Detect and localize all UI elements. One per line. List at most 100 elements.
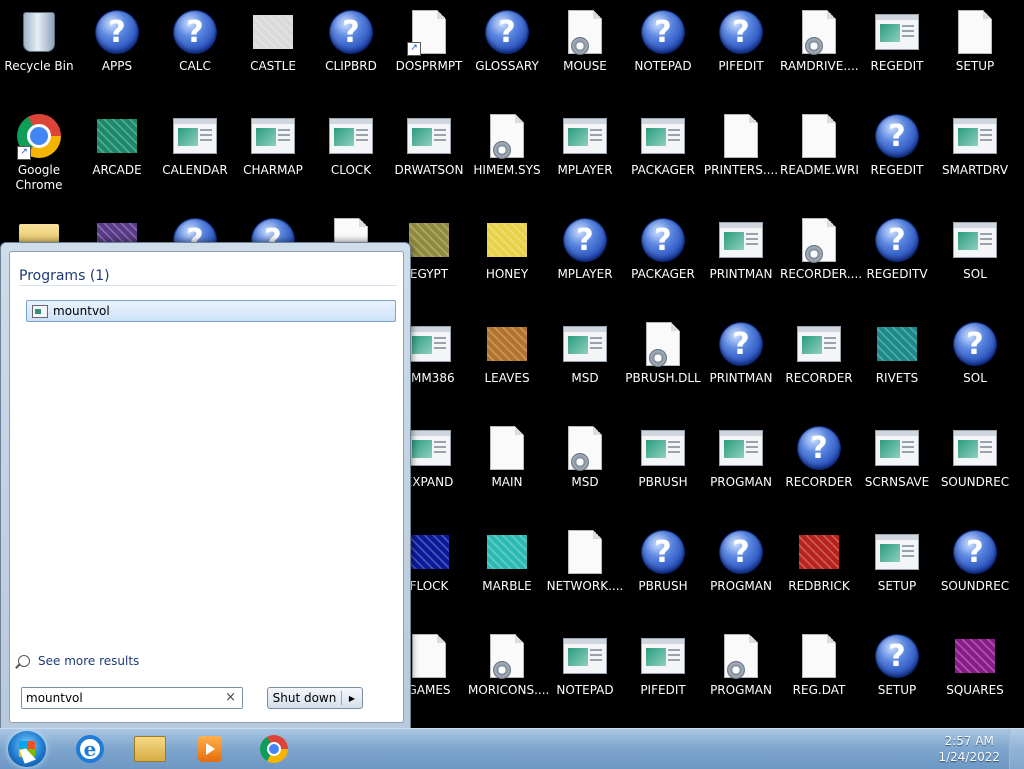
desktop-icon[interactable]: SOUNDREC	[936, 416, 1014, 516]
desktop-icon[interactable]: ? REGEDIT	[858, 104, 936, 204]
show-desktop-button[interactable]	[1009, 729, 1024, 769]
desktop-icon-label: SOL	[963, 267, 987, 281]
desktop-icon[interactable]: ? SOL	[936, 312, 1014, 412]
desktop-icon[interactable]: ? APPS	[78, 0, 156, 100]
desktop-icon[interactable]: HIMEM.SYS	[468, 104, 546, 204]
desktop-icon[interactable]: MPLAYER	[546, 104, 624, 204]
desktop-icon[interactable]: ? PACKAGER	[624, 208, 702, 308]
desktop-icon[interactable]: SOL	[936, 208, 1014, 308]
desktop-icon[interactable]: ? REGEDITV	[858, 208, 936, 308]
desktop-icon[interactable]: RAMDRIVE....	[780, 0, 859, 100]
shutdown-button[interactable]: Shut down ▶	[267, 687, 363, 709]
desktop-icon[interactable]: PRINTMAN	[702, 208, 780, 308]
desktop-icon[interactable]: ? CALC	[156, 0, 234, 100]
desktop-icon[interactable]: ? NOTEPAD	[624, 0, 702, 100]
desktop-icon-label: REGEDIT	[870, 59, 924, 73]
application-icon	[405, 320, 453, 368]
clock-date: 1/24/2022	[938, 750, 1000, 764]
desktop-icon[interactable]: ? MPLAYER	[546, 208, 624, 308]
desktop-icon[interactable]: ? SOUNDREC	[936, 520, 1014, 620]
desktop-icon[interactable]: ↗ Google Chrome	[0, 104, 78, 204]
clear-search-icon[interactable]: ×	[225, 690, 236, 705]
desktop-icon[interactable]: RIVETS	[858, 312, 936, 412]
desktop-icon[interactable]: PROGMAN	[702, 416, 780, 516]
desktop-icon[interactable]: PBRUSH.DLL	[624, 312, 702, 412]
desktop-icon-label: PRINTMAN	[709, 371, 773, 385]
desktop-icon[interactable]: ? CLIPBRD	[312, 0, 390, 100]
taskbar-chrome[interactable]	[246, 731, 302, 767]
desktop-icon-label: PBRUSH	[638, 579, 688, 593]
desktop-icon[interactable]: MARBLE	[468, 520, 546, 620]
desktop-icon[interactable]: REGEDIT	[858, 0, 936, 100]
desktop-icon[interactable]: CALENDAR	[156, 104, 234, 204]
desktop-icon[interactable]: SETUP	[936, 0, 1014, 100]
desktop-icon[interactable]: PACKAGER	[624, 104, 702, 204]
desktop-icon[interactable]: SCRNSAVE	[858, 416, 936, 516]
desktop-icon[interactable]: HONEY	[468, 208, 546, 308]
shutdown-label[interactable]: Shut down	[268, 691, 342, 705]
application-icon	[951, 216, 999, 264]
desktop-icon[interactable]: MSD	[546, 312, 624, 412]
system-file-icon	[717, 632, 765, 680]
desktop-icon[interactable]: CASTLE	[234, 0, 312, 100]
desktop-icon[interactable]: ↗ DOSPRMPT	[390, 0, 468, 100]
desktop-icon[interactable]: ? PIFEDIT	[702, 0, 780, 100]
desktop-icon-label: Recycle Bin	[4, 59, 74, 73]
document-icon	[795, 632, 843, 680]
desktop-icon-label: GLOSSARY	[475, 59, 539, 73]
desktop-icon[interactable]: RECORDER....	[780, 208, 862, 308]
desktop-icon-label: CLOCK	[330, 163, 372, 177]
desktop-icon[interactable]: ARCADE	[78, 104, 156, 204]
taskbar: e 2:57 AM 1/24/2022	[0, 728, 1024, 769]
desktop-icon-label: GAMES	[407, 683, 451, 697]
help-icon: ?	[171, 8, 219, 56]
desktop-icon[interactable]: PRINTERS....	[702, 104, 780, 204]
taskbar-media-player[interactable]	[182, 731, 238, 767]
desktop-icon[interactable]: SQUARES	[936, 624, 1014, 724]
desktop-icon-label: NETWORK....	[546, 579, 624, 593]
rivets-pattern-icon	[873, 320, 921, 368]
start-search-input[interactable]	[26, 689, 216, 707]
start-search-box[interactable]: ×	[21, 687, 243, 709]
desktop-icon[interactable]: PIFEDIT	[624, 624, 702, 724]
desktop-icon[interactable]: REDBRICK	[780, 520, 858, 620]
desktop-icon[interactable]: PBRUSH	[624, 416, 702, 516]
desktop-icon[interactable]: SETUP	[858, 520, 936, 620]
taskbar-internet-explorer[interactable]: e	[62, 731, 118, 767]
search-result-mountvol[interactable]: mountvol	[26, 300, 396, 322]
desktop-icon[interactable]: ? SETUP	[858, 624, 936, 724]
desktop-icon[interactable]: NETWORK....	[546, 520, 624, 620]
desktop-icon-label: PIFEDIT	[718, 59, 764, 73]
desktop-icon[interactable]: MSD	[546, 416, 624, 516]
desktop-icon[interactable]: NOTEPAD	[546, 624, 624, 724]
desktop-icon[interactable]: MORICONS....	[468, 624, 550, 724]
desktop-icon-label: SQUARES	[946, 683, 1004, 697]
shutdown-options-arrow-icon[interactable]: ▶	[342, 694, 362, 703]
desktop-icon[interactable]: ? RECORDER	[780, 416, 858, 516]
desktop-icon-label: MORICONS....	[468, 683, 550, 697]
desktop-icon-label: HONEY	[485, 267, 529, 281]
desktop-icon[interactable]: LEAVES	[468, 312, 546, 412]
start-menu-search-results: Programs (1) mountvol See more results	[9, 251, 404, 723]
desktop-icon[interactable]: ? PROGMAN	[702, 520, 780, 620]
desktop-icon[interactable]: PROGMAN	[702, 624, 780, 724]
desktop-icon[interactable]: ? GLOSSARY	[468, 0, 546, 100]
desktop-icon[interactable]: SMARTDRV	[936, 104, 1014, 204]
desktop-icon-label: PACKAGER	[631, 163, 695, 177]
desktop-icon[interactable]: CHARMAP	[234, 104, 312, 204]
desktop-icon[interactable]: CLOCK	[312, 104, 390, 204]
desktop-icon[interactable]: MAIN	[468, 416, 546, 516]
help-icon: ?	[873, 632, 921, 680]
help-icon: ?	[639, 8, 687, 56]
desktop-icon[interactable]: RECORDER	[780, 312, 858, 412]
taskbar-windows-explorer[interactable]	[122, 731, 178, 767]
desktop-icon[interactable]: Recycle Bin	[0, 0, 78, 100]
desktop-icon[interactable]: REG.DAT	[780, 624, 858, 724]
desktop-icon[interactable]: ? PBRUSH	[624, 520, 702, 620]
see-more-results-link[interactable]: See more results	[18, 654, 139, 668]
system-clock[interactable]: 2:57 AM 1/24/2022	[938, 733, 1000, 765]
desktop-icon[interactable]: DRWATSON	[390, 104, 468, 204]
desktop-icon[interactable]: MOUSE	[546, 0, 624, 100]
desktop-icon[interactable]: README.WRI	[780, 104, 859, 204]
desktop-icon[interactable]: ? PRINTMAN	[702, 312, 780, 412]
